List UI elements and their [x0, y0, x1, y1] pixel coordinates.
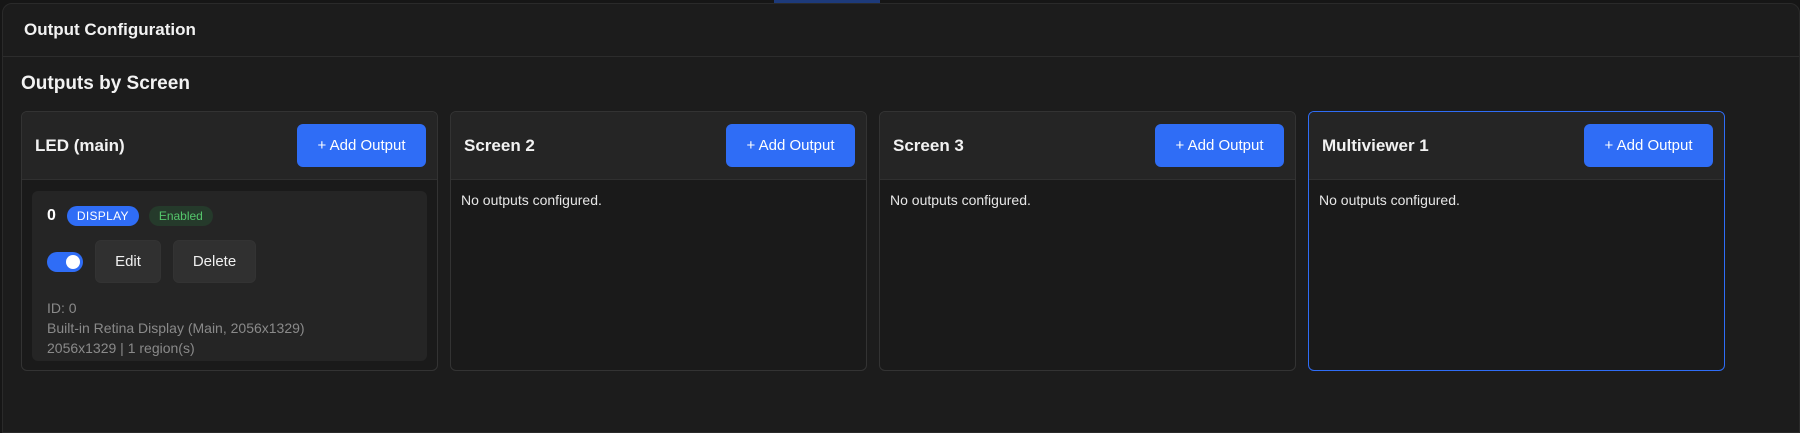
screen-name: LED (main)	[35, 135, 125, 155]
screen-card-screen-3: Screen 3 + Add Output No outputs configu…	[879, 111, 1296, 371]
screen-name: Screen 2	[464, 135, 535, 155]
output-resolution: 2056x1329 | 1 region(s)	[47, 340, 195, 356]
screens-row: LED (main) + Add Output 0 DISPLAY Enable…	[21, 111, 1725, 371]
add-output-button[interactable]: + Add Output	[297, 124, 426, 167]
add-output-button[interactable]: + Add Output	[1155, 124, 1284, 167]
enable-toggle[interactable]	[47, 251, 83, 272]
output-number: 0	[47, 207, 56, 224]
status-badge: Enabled	[148, 206, 213, 226]
output-header: 0 DISPLAY Enabled	[47, 206, 412, 226]
output-device: Built-in Retina Display (Main, 2056x1329…	[47, 320, 305, 336]
screen-card-led-main: LED (main) + Add Output 0 DISPLAY Enable…	[21, 111, 438, 371]
screen-header: LED (main) + Add Output	[22, 112, 437, 180]
screen-body: 0 DISPLAY Enabled Edit Delete ID: 0 Buil…	[22, 180, 437, 370]
output-type-badge: DISPLAY	[66, 206, 139, 226]
screen-header: Screen 2 + Add Output	[451, 112, 866, 180]
edit-button[interactable]: Edit	[95, 240, 161, 283]
screen-card-screen-2: Screen 2 + Add Output No outputs configu…	[450, 111, 867, 371]
screen-body: No outputs configured.	[880, 180, 1295, 219]
screen-body: No outputs configured.	[1309, 180, 1724, 219]
output-details: ID: 0 Built-in Retina Display (Main, 205…	[47, 298, 412, 358]
section-title: Outputs by Screen	[21, 73, 190, 94]
empty-state-text: No outputs configured.	[890, 192, 1031, 208]
output-card: 0 DISPLAY Enabled Edit Delete ID: 0 Buil…	[32, 191, 427, 361]
screen-name: Screen 3	[893, 135, 964, 155]
toggle-knob	[66, 254, 80, 269]
delete-button[interactable]: Delete	[173, 240, 256, 283]
screen-card-multiviewer-1[interactable]: Multiviewer 1 + Add Output No outputs co…	[1308, 111, 1725, 371]
screen-header: Multiviewer 1 + Add Output	[1309, 112, 1724, 180]
screen-body: No outputs configured.	[451, 180, 866, 219]
output-id: ID: 0	[47, 300, 77, 316]
empty-state-text: No outputs configured.	[461, 192, 602, 208]
panel-header: Output Configuration	[3, 4, 1799, 57]
output-actions: Edit Delete	[47, 240, 412, 283]
screen-name: Multiviewer 1	[1322, 135, 1429, 155]
panel-title: Output Configuration	[24, 20, 196, 39]
screen-header: Screen 3 + Add Output	[880, 112, 1295, 180]
add-output-button[interactable]: + Add Output	[1584, 124, 1713, 167]
empty-state-text: No outputs configured.	[1319, 192, 1460, 208]
add-output-button[interactable]: + Add Output	[726, 124, 855, 167]
